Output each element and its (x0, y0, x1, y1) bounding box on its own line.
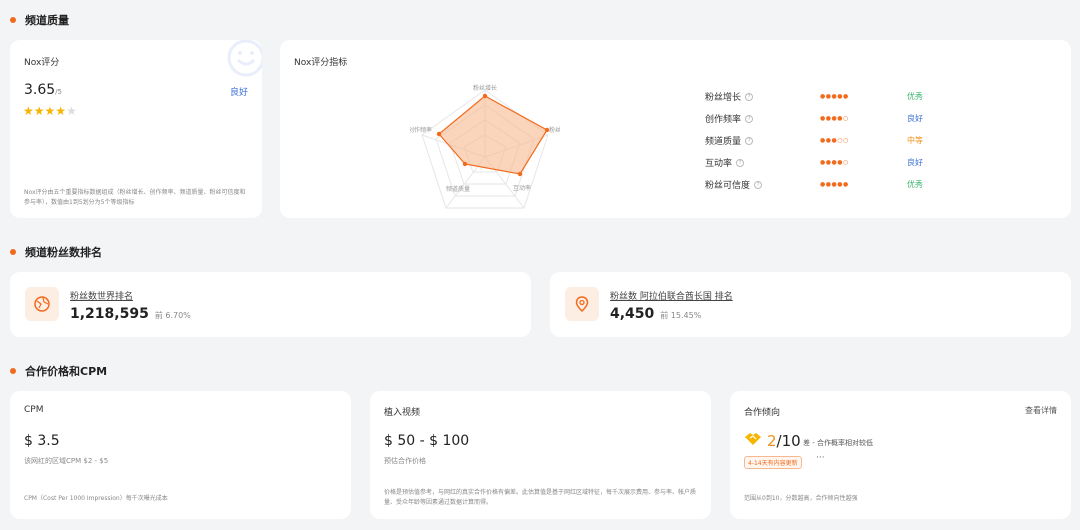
radar-label-bottom-right: 互动率 (513, 184, 531, 192)
section-title-pricing: 合作价格和CPM (10, 363, 107, 379)
help-icon[interactable]: ? (745, 137, 754, 145)
metric-grade: 良好 (907, 157, 923, 167)
tendency-desc: 差 - 合作概率相对较低 (803, 439, 873, 447)
metric-dots: ●●●●○ (820, 158, 849, 166)
radar-label-right: 粉丝可信度 (549, 126, 560, 134)
metric-row-frequency: 创作频率? ●●●●○ 良好 (705, 113, 923, 125)
indicators-title: Nox评分指标 (294, 58, 348, 68)
metric-grade: 中等 (907, 135, 923, 145)
smile-icon (227, 40, 262, 77)
star-icon: ★ (55, 104, 67, 118)
section-title-ranking: 频道粉丝数排名 (10, 244, 102, 260)
radar-chart: 粉丝增长 粉丝可信度 互动率 频道质量 创作频率 (410, 84, 560, 209)
radar-label-bottom-left: 频道质量 (446, 185, 470, 193)
metric-dots: ●●●●● (820, 180, 849, 188)
metric-dots: ●●●○○ (820, 136, 849, 144)
star-icon: ★ (33, 104, 45, 118)
star-empty-icon: ★ (66, 104, 77, 118)
country-rank-card: 粉丝数 阿拉伯联合酋长国 排名 4,450 前 15.45% (550, 272, 1071, 337)
more-icon[interactable]: ··· (816, 453, 825, 463)
country-rank-link[interactable]: 粉丝数 阿拉伯联合酋长国 排名 (610, 289, 733, 302)
radar-point-growth (482, 93, 488, 99)
embed-value: $ 50 - $ 100 (384, 433, 470, 449)
location-pin-icon (565, 287, 599, 321)
metric-dots: ●●●●● (820, 92, 849, 100)
section-dot (10, 249, 16, 255)
section-title-quality: 频道质量 (10, 12, 69, 28)
help-icon[interactable]: ? (745, 93, 754, 101)
radar-area (438, 95, 548, 175)
help-icon[interactable]: ? (745, 115, 754, 123)
metric-grade: 良好 (907, 113, 923, 123)
tendency-title: 合作倾向 (744, 408, 781, 418)
country-rank-value: 4,450 前 15.45% (610, 306, 702, 322)
star-rating: ★★★★★ (23, 100, 77, 119)
world-rank-link[interactable]: 粉丝数世界排名 (70, 289, 133, 302)
handshake-icon (745, 433, 761, 445)
world-rank-card: 粉丝数世界排名 1,218,595 前 6.70% (10, 272, 531, 337)
cpm-sub: 该网红的区域CPM $2 - $5 (24, 457, 109, 465)
globe-icon (25, 287, 59, 321)
cpm-card: CPM $ 3.5 该网红的区域CPM $2 - $5 CPM（Cost Per… (10, 391, 351, 519)
cpm-title: CPM (24, 405, 44, 415)
help-icon[interactable]: ? (754, 181, 763, 189)
cpm-note: CPM（Cost Per 1000 Impression）每千次曝光成本 (24, 495, 168, 502)
tendency-note: 范围从0到10，分数越高，合作倾向性越强 (744, 495, 858, 502)
section-dot (10, 368, 16, 374)
metric-grade: 优秀 (907, 91, 923, 101)
tendency-score: 2/10 (767, 432, 801, 450)
nox-score-note: Nox评分由五个重要指标数据组成（粉丝增长、创作频率、频道质量、粉丝可信度和参与… (24, 189, 246, 206)
indicators-card: Nox评分指标 粉丝增长 粉丝可信度 互动率 频道质量 创作频率 粉丝增长? ●… (280, 40, 1071, 218)
cpm-value: $ 3.5 (24, 433, 60, 449)
radar-point-quality (462, 161, 468, 167)
star-icon: ★ (44, 104, 56, 118)
nox-score-card: Nox评分 3.65/5 良好 ★★★★★ Nox评分由五个重要指标数据组成（粉… (10, 40, 262, 218)
help-icon[interactable]: ? (736, 159, 745, 167)
nox-score-grade: 良好 (230, 88, 249, 98)
section-dot (10, 17, 16, 23)
embed-title: 植入视频 (384, 408, 421, 418)
view-details-link[interactable]: 查看详情 (1025, 405, 1057, 416)
radar-point-frequency (436, 131, 442, 137)
nox-score-value: 3.65/5 (24, 82, 62, 98)
metric-grade: 优秀 (907, 179, 923, 189)
radar-label-left: 创作频率 (410, 126, 432, 134)
radar-point-engagement (517, 171, 523, 177)
metric-row-credibility: 粉丝可信度? ●●●●● 优秀 (705, 179, 923, 191)
radar-label-top: 粉丝增长 (473, 84, 497, 92)
metric-row-growth: 粉丝增长? ●●●●● 优秀 (705, 91, 923, 103)
metric-row-quality: 频道质量? ●●●○○ 中等 (705, 135, 923, 147)
tendency-card: 合作倾向 查看详情 2/10 差 - 合作概率相对较低 4-14天有内容更新 ·… (730, 391, 1071, 519)
star-icon: ★ (23, 104, 34, 118)
embed-note: 价格是预估值参考，与网红的真实合作价格有偏差。此估算值是基于网红区域特征，每千次… (384, 489, 697, 506)
update-frequency-tag: 4-14天有内容更新 (744, 456, 802, 469)
embed-card: 植入视频 $ 50 - $ 100 预估合作价格 价格是预估值参考，与网红的真实… (370, 391, 711, 519)
nox-score-title: Nox评分 (24, 58, 60, 68)
world-rank-value: 1,218,595 前 6.70% (70, 306, 191, 322)
metric-row-engagement: 互动率? ●●●●○ 良好 (705, 157, 923, 169)
embed-sub: 预估合作价格 (384, 457, 426, 465)
metric-dots: ●●●●○ (820, 114, 849, 122)
